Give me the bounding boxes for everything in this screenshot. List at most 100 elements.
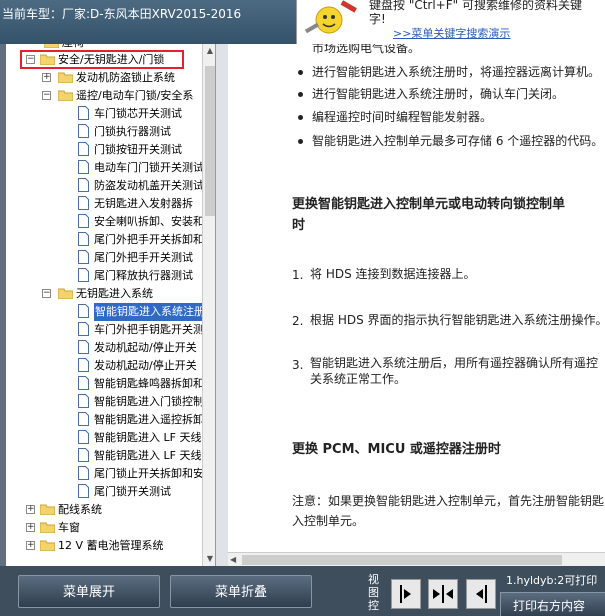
step-text: 根据 HDS 界面的指示执行智能钥匙进入系统注册操作。	[310, 313, 605, 327]
tree-doc-item[interactable]: 智能钥匙进入 LF 天线	[6, 429, 202, 447]
content-partial-line: 市场选购电气设备。	[312, 44, 421, 55]
document-icon	[78, 106, 89, 120]
note-text: 注意：如果更换智能钥匙进入控制单元，首先注册智能钥匙	[292, 494, 605, 508]
tree-doc-item[interactable]: 门锁按钮开关测试	[6, 141, 202, 159]
note-text-cont: 入控制单元。	[292, 514, 365, 528]
folder-open-icon	[58, 90, 73, 101]
bullet-icon	[298, 92, 303, 97]
tree-doc-item[interactable]: 安全喇叭拆卸、安装和	[6, 213, 204, 231]
tree-doc-item[interactable]: 发动机起动/停止开关	[6, 339, 202, 357]
document-icon	[78, 448, 89, 462]
step-text: 智能钥匙进入系统注册后，用所有遥控器确认所有遥控	[310, 356, 599, 370]
document-icon	[78, 214, 89, 228]
tree-item-windows[interactable]: + 车窗	[6, 519, 202, 537]
expand-menu-button[interactable]: 菜单展开	[18, 575, 160, 608]
step-number: 2.	[292, 314, 304, 328]
view-split-button[interactable]	[428, 579, 458, 609]
view-control-label: 视图控	[368, 573, 379, 612]
tree-vertical-scrollbar[interactable]: ▲ ▼	[202, 44, 215, 566]
print-right-content-button[interactable]: 打印右方内容	[500, 592, 605, 616]
step-number: 1.	[292, 268, 304, 282]
folder-icon	[40, 504, 55, 515]
tree-doc-item[interactable]: 尾门外把手开关测试	[6, 249, 202, 267]
tree-doc-item[interactable]: 车门外把手钥匙开关测	[6, 321, 204, 339]
tree-doc-item[interactable]: 发动机起动/停止开关	[6, 357, 202, 375]
view-right-pane-button[interactable]	[466, 579, 496, 609]
tree-item-battery-mgmt[interactable]: + 12 V 蓄电池管理系统	[6, 537, 202, 555]
collapse-menu-button[interactable]: 菜单折叠	[170, 575, 312, 608]
split-arrows-icon	[433, 585, 453, 603]
menu-tree: 座椅 − 安全/无钥匙进入/门锁 + 发动机防盗锁止系统 − 遥控/电动车门锁/…	[6, 44, 216, 566]
tools-illustration-icon	[299, 0, 361, 40]
scroll-up-icon[interactable]: ▲	[203, 44, 215, 58]
current-vehicle-label: 当前车型：厂家:D-东风本田XRV2015-2016	[2, 7, 242, 21]
folder-icon	[40, 540, 55, 551]
tree-doc-item[interactable]: 智能钥匙进入 LF 天线	[6, 447, 202, 465]
arrow-left-icon	[476, 585, 487, 603]
document-icon	[78, 304, 89, 318]
expand-icon: +	[26, 504, 35, 514]
scroll-thumb[interactable]	[242, 555, 562, 565]
section-heading-cont: 时	[292, 218, 306, 233]
bottom-toolbar: 菜单展开 菜单折叠 视图控 1.hyldyb:2可打印 打印右方内容	[0, 566, 605, 616]
tree-item-security-keyless-lock[interactable]: − 安全/无钥匙进入/门锁	[6, 51, 202, 69]
tree-doc-item[interactable]: 无钥匙进入发射器拆	[6, 195, 202, 213]
tree-doc-item[interactable]: 尾门外把手开关拆卸和	[6, 231, 204, 249]
tree-doc-item[interactable]: 智能钥匙进入门锁控制	[6, 393, 204, 411]
document-icon	[78, 340, 89, 354]
document-icon	[78, 430, 89, 444]
folder-icon	[40, 522, 55, 533]
document-icon	[78, 268, 89, 282]
bullet-text: 编程遥控时间时编程智能发射器。	[312, 110, 493, 124]
bullet-text: 进行智能钥匙进入系统注册时，将遥控器远离计算机。	[312, 65, 601, 79]
tree-doc-item[interactable]: 尾门锁止开关拆卸和安	[6, 465, 204, 483]
bullet-text: 进行智能钥匙进入系统注册时，确认车门关闭。	[312, 87, 565, 101]
tree-doc-item[interactable]: 车门锁芯开关测试	[6, 105, 202, 123]
step-number: 3.	[292, 358, 304, 372]
tree-doc-item[interactable]: 门锁执行器测试	[6, 123, 202, 141]
expand-icon: +	[42, 72, 51, 82]
expand-icon: +	[26, 540, 35, 550]
document-icon	[78, 178, 89, 192]
step-text: 将 HDS 连接到数据连接器上。	[310, 267, 476, 281]
pane-splitter[interactable]	[216, 44, 228, 566]
document-icon	[78, 484, 89, 498]
section-heading: 更换 PCM、MICU 或遥控器注册时	[292, 442, 501, 457]
tree-item-keyless-entry[interactable]: − 无钥匙进入系统	[6, 285, 202, 303]
search-tip-text: 键盘按 "Ctrl+F" 可搜索维修的资料关键	[369, 0, 582, 12]
document-icon	[78, 250, 89, 264]
tree-doc-item[interactable]: 电动车门门锁开关测试	[6, 159, 204, 177]
collapse-icon: −	[42, 90, 51, 100]
scroll-left-icon[interactable]: ◀	[230, 553, 236, 567]
tree-doc-item[interactable]: 尾门锁开关测试	[6, 483, 202, 501]
tree-item-remote-door-lock[interactable]: − 遥控/电动车门锁/安全系	[6, 87, 202, 105]
content-horizontal-scrollbar[interactable]: ◀	[228, 552, 605, 566]
tree-item-wiring[interactable]: + 配线系统	[6, 501, 202, 519]
document-icon	[78, 466, 89, 480]
document-content: 市场选购电气设备。 进行智能钥匙进入系统注册时，将遥控器远离计算机。 进行智能钥…	[228, 44, 605, 552]
print-status-text: 1.hyldyb:2可打印	[506, 574, 598, 587]
scroll-down-icon[interactable]: ▼	[203, 552, 215, 566]
tree-item-immobilizer[interactable]: + 发动机防盗锁止系统	[6, 69, 202, 87]
collapse-icon: −	[42, 288, 51, 298]
tree-doc-item[interactable]: 智能钥匙蜂鸣器拆卸和	[6, 375, 204, 393]
folder-open-icon	[58, 288, 73, 299]
view-left-pane-button[interactable]	[391, 579, 421, 609]
document-icon	[78, 376, 89, 390]
tree-doc-item[interactable]: 尾门释放执行器测试	[6, 267, 202, 285]
document-icon	[78, 124, 89, 138]
search-tip-panel: 键盘按 "Ctrl+F" 可搜索维修的资料关键 字! >>菜单关键字搜索演示	[296, 0, 605, 44]
tree-doc-item-selected[interactable]: 智能钥匙进入系统注册	[6, 303, 206, 321]
tree-doc-item[interactable]: 智能钥匙进入遥控拆卸	[6, 411, 204, 429]
scroll-thumb[interactable]	[205, 66, 215, 216]
bullet-icon	[298, 70, 303, 75]
bullet-text: 智能钥匙进入控制单元最多可存储 6 个遥控器的代码。	[312, 134, 604, 148]
document-icon	[78, 358, 89, 372]
tree-doc-item[interactable]: 防盗发动机盖开关测试	[6, 177, 204, 195]
search-demo-link[interactable]: >>菜单关键字搜索演示	[393, 25, 510, 41]
document-icon	[78, 232, 89, 246]
step-text-cont: 关系统正常工作。	[310, 372, 407, 386]
section-heading: 更换智能钥匙进入控制单元或电动转向锁控制单	[292, 197, 566, 212]
folder-icon	[58, 72, 73, 83]
search-tip-text-cont: 字!	[369, 12, 386, 26]
